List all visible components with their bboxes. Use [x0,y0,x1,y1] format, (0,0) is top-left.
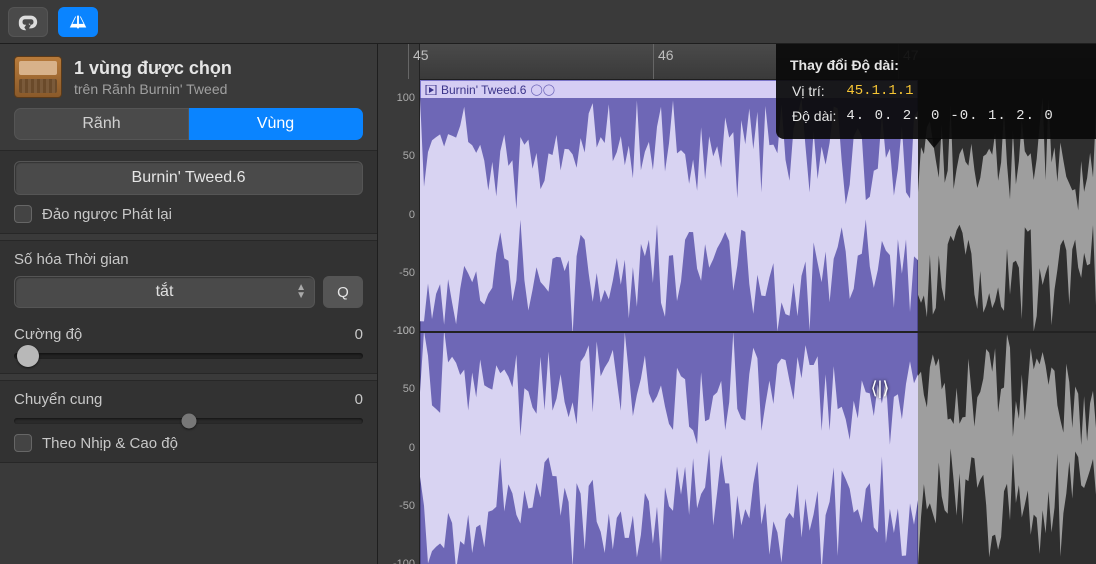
audio-editor: 454647 100500-50-100100500-50-100 Burnin… [378,44,1096,564]
reverse-label: Đảo ngược Phát lại [42,206,172,223]
tab-region[interactable]: Vùng [189,108,363,140]
y-tick-label: -50 [399,500,415,512]
quantize-button[interactable]: Q [323,276,363,308]
region-name-field[interactable] [14,161,363,195]
transpose-value[interactable]: 0 [355,391,363,408]
transpose-label: Chuyển cung [14,391,102,408]
gain-value[interactable]: 0 [355,326,363,343]
time-quantize-label: Số hóa Thời gian [14,251,363,268]
loop-tool-button[interactable] [8,7,48,37]
y-tick-label: 50 [403,383,415,395]
region-header-text: Burnin' Tweed.6 [441,83,526,97]
amplitude-axis: 100500-50-100100500-50-100 [378,44,420,564]
tooltip-title: Thay đổi Độ dài: [790,54,1082,76]
tooltip-len-value: 4. 0. 2. 0 [846,105,948,127]
tooltip-delta-value: -0. 1. 2. 0 [950,105,1061,127]
ruler-mark: 46 [653,44,678,79]
gain-label: Cường độ [14,326,82,343]
follow-tempo-checkbox[interactable] [14,434,32,452]
tooltip-pos-label: Vị trí: [792,80,844,102]
inspector-subtitle: trên Rãnh Burnin' Tweed [74,81,232,97]
time-quantize-value: tắt [156,283,174,301]
y-tick-label: 0 [409,442,415,454]
time-quantize-select[interactable]: tắt ▲▼ [14,276,315,308]
play-icon [425,85,437,95]
transpose-slider[interactable] [14,418,363,424]
y-tick-label: -50 [399,267,415,279]
inspector-tabs: Rãnh Vùng [0,108,377,150]
y-tick-label: -100 [393,558,415,564]
y-tick-label: 100 [397,325,415,337]
track-icon [14,56,62,98]
tooltip-len-label: Độ dài: [792,105,844,127]
stereo-icon: ◯◯ [530,83,555,96]
inspector-title: 1 vùng được chọn [74,58,232,79]
y-tick-label: 0 [409,209,415,221]
waveform-channel[interactable] [420,331,1096,564]
y-tick-label: 100 [397,92,415,104]
length-tooltip: Thay đổi Độ dài: Vị trí: 45.1.1.1 Độ dài… [776,44,1096,139]
inspector-panel: 1 vùng được chọn trên Rãnh Burnin' Tweed… [0,44,378,564]
y-tick-label: 50 [403,150,415,162]
tab-track[interactable]: Rãnh [14,108,189,140]
top-toolbar [0,0,1096,44]
reverse-checkbox[interactable] [14,205,32,223]
ruler-mark: 45 [408,44,433,79]
follow-tempo-label: Theo Nhịp & Cao độ [42,435,178,452]
catch-playhead-button[interactable] [58,7,98,37]
chevron-down-icon: ▲▼ [296,284,306,300]
gain-slider[interactable] [14,353,363,359]
waveform-area[interactable] [420,98,1096,564]
tooltip-pos-value: 45.1.1.1 [846,80,948,102]
